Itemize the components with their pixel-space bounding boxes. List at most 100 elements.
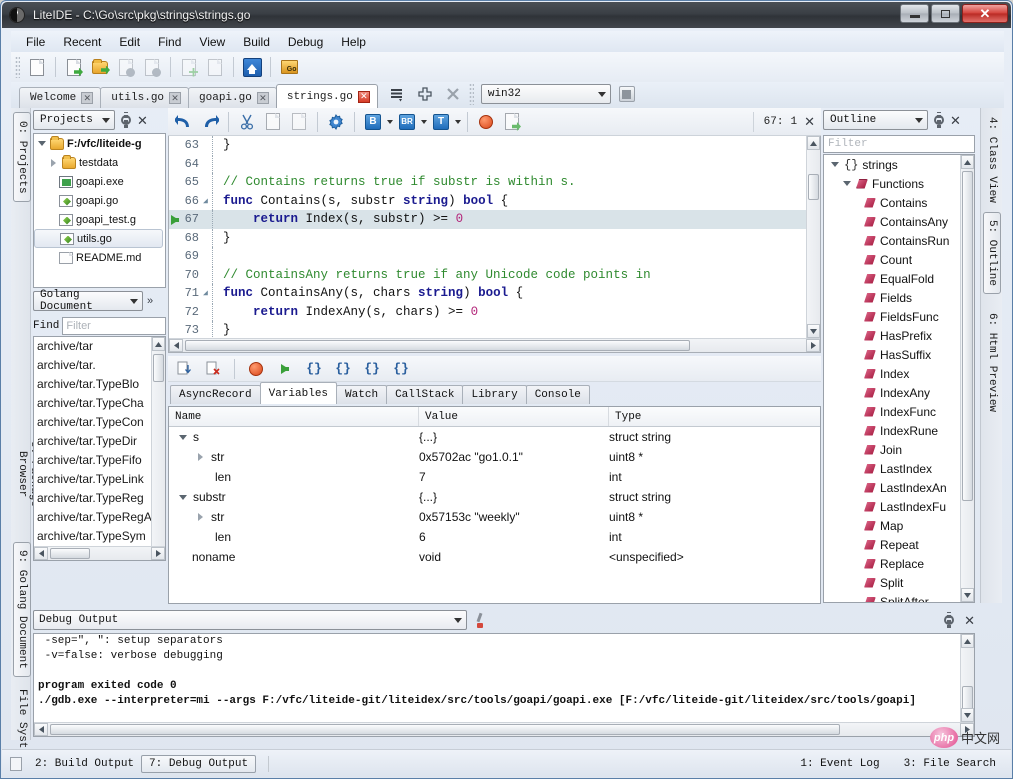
table-row[interactable]: substr {...} struct string	[169, 487, 820, 507]
outline-combo[interactable]: Outline	[823, 110, 928, 130]
fold-marker-collapsible[interactable]: ◢	[203, 288, 212, 298]
outline-item[interactable]: Contains	[824, 193, 961, 212]
filter-input[interactable]: Filter	[62, 317, 166, 335]
menu-build[interactable]: Build	[234, 33, 279, 51]
maximize-button[interactable]	[931, 4, 960, 23]
tree-row[interactable]: goapi_test.g	[34, 210, 165, 229]
scroll-down-button[interactable]	[961, 708, 974, 722]
editor-tab-goapi-go[interactable]: goapi.go ✕	[188, 87, 277, 108]
code-line[interactable]: 71 ◢ func ContainsAny(s, chars string) b…	[169, 284, 820, 303]
gear-icon[interactable]	[942, 612, 956, 628]
redo-icon[interactable]	[198, 110, 222, 134]
scrollbar-thumb[interactable]	[153, 354, 164, 382]
tab-watch[interactable]: Watch	[336, 385, 388, 404]
outline-tree[interactable]: {} strings Functions Contains ContainsAn…	[823, 154, 975, 603]
minimize-button[interactable]	[900, 4, 929, 23]
new-file-icon[interactable]	[25, 55, 49, 79]
golang-document-combo[interactable]: Golang Document	[33, 289, 143, 313]
golang-document-list[interactable]: archive/tar archive/tar. archive/tar.Typ…	[33, 336, 166, 561]
target-grip[interactable]	[468, 83, 474, 105]
outline-item[interactable]: IndexAny	[824, 383, 961, 402]
list-item[interactable]: archive/tar.TypeDir	[34, 432, 151, 451]
close-editor-icon[interactable]: ✕	[804, 115, 815, 128]
code-area[interactable]: 63 } 64 65 // Contains returns true if s…	[168, 136, 821, 353]
tab-variables[interactable]: Variables	[259, 382, 338, 404]
debug-output-body[interactable]: -sep=", ": setup separators -v=false: ve…	[33, 633, 975, 737]
scrollbar-thumb-h[interactable]	[50, 548, 90, 559]
menu-find[interactable]: Find	[149, 33, 190, 51]
settings-icon[interactable]	[324, 110, 348, 134]
status-tab-event-log[interactable]: 1: Event Log	[793, 756, 886, 772]
scroll-up-button[interactable]	[961, 155, 974, 169]
outline-item[interactable]: Split	[824, 573, 961, 592]
table-row[interactable]: len 6 int	[169, 527, 820, 547]
outline-root[interactable]: {} strings	[824, 155, 961, 174]
scroll-up-button[interactable]	[152, 337, 165, 351]
tab-async-record[interactable]: AsyncRecord	[170, 385, 261, 404]
outline-item[interactable]: EqualFold	[824, 269, 961, 288]
chevron-down-icon[interactable]	[387, 119, 393, 124]
delete-record-icon[interactable]	[201, 357, 225, 381]
scroll-left-button[interactable]	[169, 339, 183, 352]
twisty-down-icon[interactable]	[841, 181, 852, 186]
insert-record-icon[interactable]	[172, 357, 196, 381]
outline-item[interactable]: ContainsAny	[824, 212, 961, 231]
tab-library[interactable]: Library	[462, 385, 527, 404]
code-line[interactable]: 65 // Contains returns true if substr is…	[169, 173, 820, 192]
tree-row-selected[interactable]: utils.go	[34, 229, 163, 248]
variables-table[interactable]: Name Value Type s {...} struct string st…	[168, 406, 821, 604]
close-icon[interactable]: ✕	[950, 114, 961, 127]
close-icon[interactable]: ✕	[169, 92, 182, 104]
twisty-down-icon[interactable]	[36, 141, 47, 146]
outline-item[interactable]: SplitAfter	[824, 592, 961, 602]
table-row[interactable]: s {...} struct string	[169, 427, 820, 447]
close-button[interactable]: ✕	[962, 4, 1008, 23]
tree-row[interactable]: goapi.exe	[34, 172, 165, 191]
outline-group-functions[interactable]: Functions	[824, 174, 961, 193]
undo-icon[interactable]	[172, 110, 196, 134]
close-icon[interactable]: ✕	[964, 614, 975, 627]
save-all-icon[interactable]	[140, 55, 164, 79]
outline-item[interactable]: Join	[824, 440, 961, 459]
list-item[interactable]: archive/tar	[34, 337, 151, 356]
step-into-icon[interactable]: {}	[331, 357, 355, 381]
scrollbar-thumb-h[interactable]	[185, 340, 690, 351]
run-to-cursor-icon[interactable]: {}	[389, 357, 413, 381]
menu-view[interactable]: View	[190, 33, 234, 51]
table-row[interactable]: str 0x57153c "weekly" uint8 *	[169, 507, 820, 527]
tree-row[interactable]: testdata	[34, 153, 165, 172]
continue-icon[interactable]	[273, 357, 297, 381]
outline-item[interactable]: Index	[824, 364, 961, 383]
scroll-down-button[interactable]	[807, 324, 820, 338]
code-line[interactable]: 73 }	[169, 321, 820, 340]
breakpoint-icon[interactable]	[474, 110, 498, 134]
chevron-down-icon[interactable]	[455, 119, 461, 124]
close-icon[interactable]: ✕	[137, 114, 148, 127]
status-tab-debug-output[interactable]: 7: Debug Output	[141, 754, 257, 773]
stop-icon[interactable]	[244, 357, 268, 381]
vertical-scrollbar[interactable]	[151, 337, 165, 546]
list-item[interactable]: archive/tar.TypeFifo	[34, 451, 151, 470]
list-item[interactable]: archive/tar.TypeSym	[34, 527, 151, 546]
sidebar-item-class-view[interactable]: 4: Class View	[984, 112, 1000, 208]
outline-item[interactable]: Count	[824, 250, 961, 269]
paste-icon[interactable]	[287, 110, 311, 134]
tree-row[interactable]: F:/vfc/liteide-g	[34, 134, 165, 153]
clear-output-icon[interactable]	[473, 613, 487, 628]
add-tab-icon[interactable]	[413, 82, 437, 106]
outline-item[interactable]: HasPrefix	[824, 326, 961, 345]
chevron-down-icon[interactable]	[421, 119, 427, 124]
table-row[interactable]: len 7 int	[169, 467, 820, 487]
target-stop-icon[interactable]	[615, 82, 639, 106]
expand-more-icon[interactable]: »	[147, 295, 153, 307]
tab-callstack[interactable]: CallStack	[386, 385, 464, 404]
editor-horizontal-scrollbar[interactable]	[169, 338, 820, 352]
tree-row[interactable]: README.md	[34, 248, 165, 267]
tab-list-icon[interactable]	[385, 82, 409, 106]
twisty-down-icon[interactable]	[177, 434, 188, 440]
output-vertical-scrollbar[interactable]	[960, 634, 974, 722]
fold-marker-collapsible[interactable]: ◢	[203, 196, 212, 206]
code-line[interactable]: 66 ◢ func Contains(s, substr string) boo…	[169, 191, 820, 211]
twisty-right-icon[interactable]	[195, 453, 206, 461]
outline-item[interactable]: LastIndex	[824, 459, 961, 478]
